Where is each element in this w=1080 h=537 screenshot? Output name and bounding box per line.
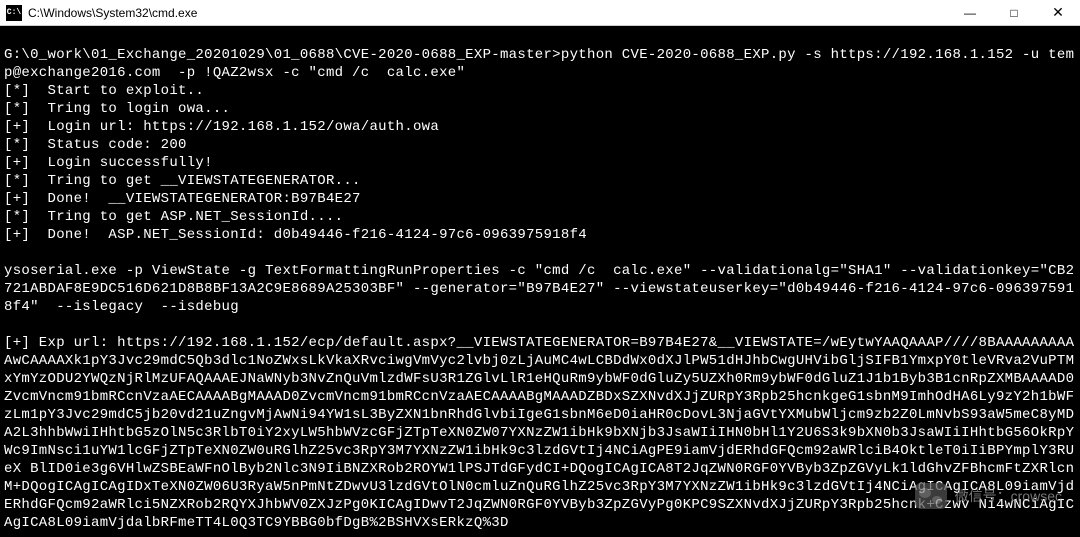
wechat-icon	[915, 483, 947, 509]
cmd-icon: C:\	[6, 5, 22, 21]
terminal-output[interactable]: G:\0_work\01_Exchange_20201029\01_0688\C…	[0, 26, 1080, 537]
minimize-button[interactable]: —	[948, 0, 992, 25]
title-bar: C:\ C:\Windows\System32\cmd.exe — □ ✕	[0, 0, 1080, 26]
window-title: C:\Windows\System32\cmd.exe	[28, 6, 948, 20]
watermark-text: 微信号：crowsec	[955, 486, 1062, 506]
window-controls: — □ ✕	[948, 0, 1080, 25]
close-button[interactable]: ✕	[1036, 0, 1080, 25]
watermark: 微信号：crowsec	[915, 483, 1062, 509]
maximize-button[interactable]: □	[992, 0, 1036, 25]
